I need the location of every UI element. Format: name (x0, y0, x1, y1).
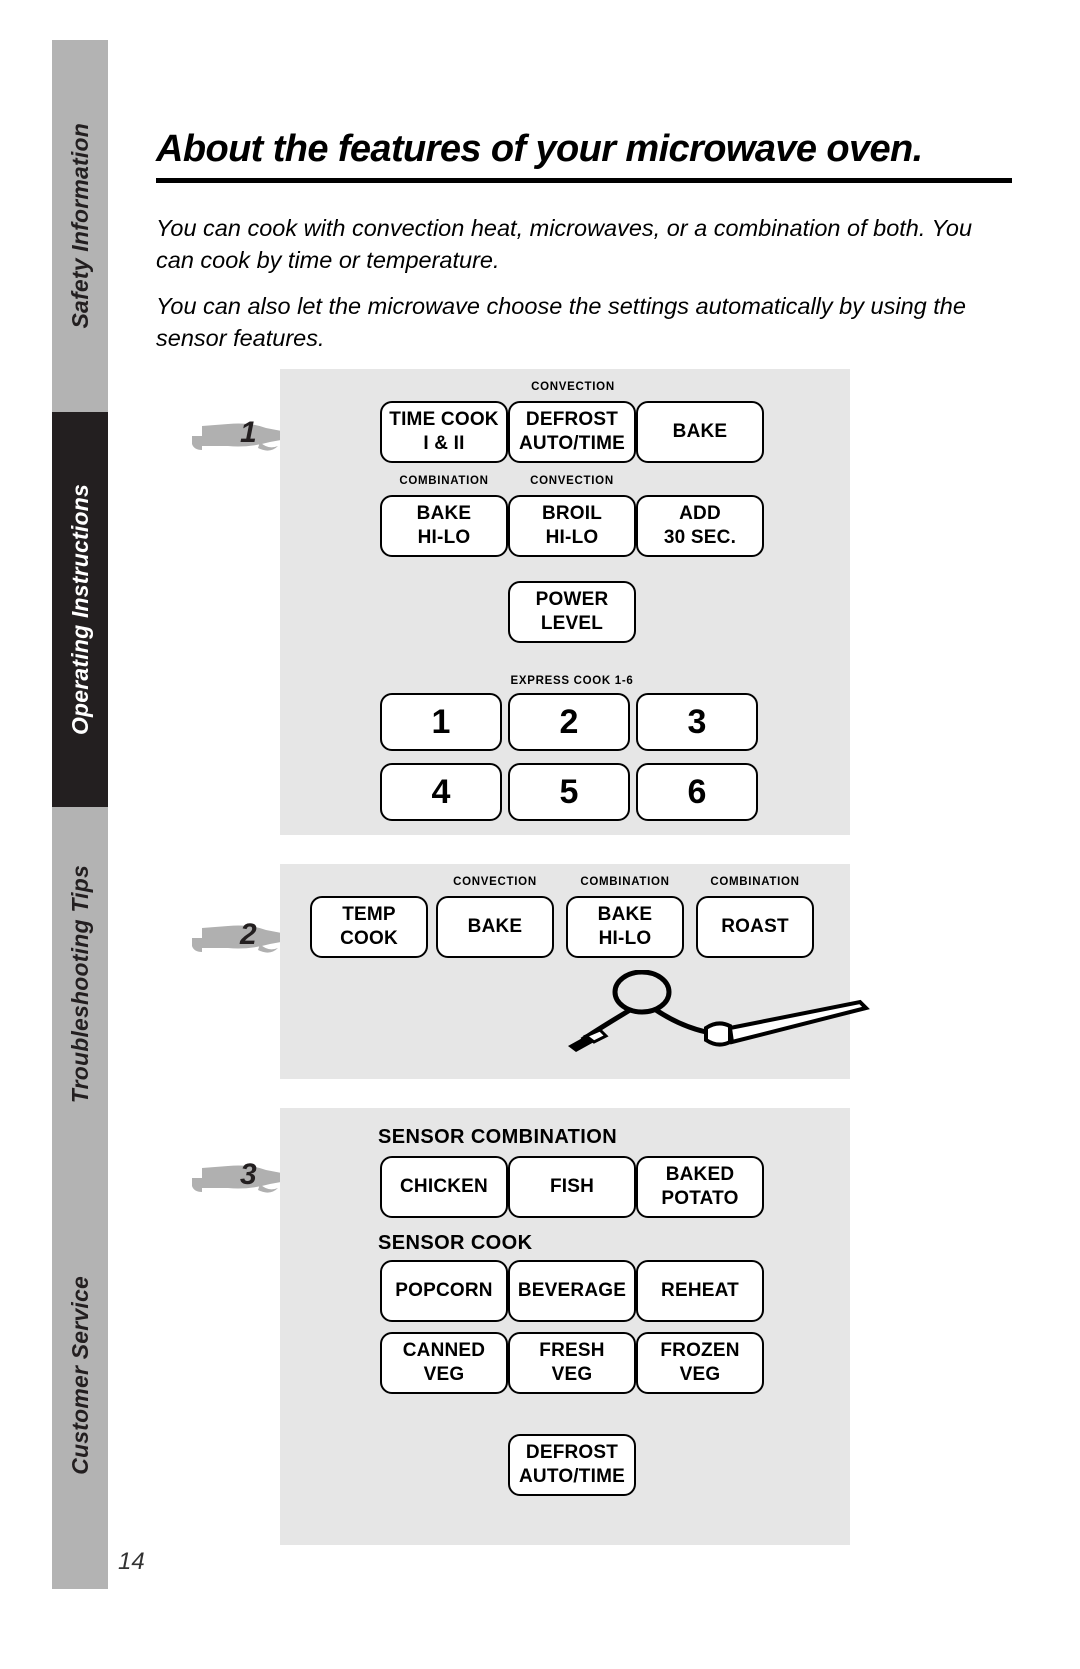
sidebar-item-safety-information[interactable]: Safety Information (52, 40, 108, 412)
key-caption-convection: CONVECTION (453, 876, 537, 888)
key-convection-broil-hi-lo[interactable]: BROIL HI-LO (508, 495, 636, 557)
callout-number: 1 (240, 416, 257, 449)
key-fish[interactable]: FISH (508, 1156, 636, 1218)
key-frozen-veg[interactable]: FROZEN VEG (636, 1332, 764, 1394)
key-combination-bake-hi-lo[interactable]: BAKE HI-LO (380, 495, 508, 557)
control-panel-group-2: CONVECTION COMBINATION COMBINATION TEMP … (280, 864, 870, 1079)
key-express-cook-3[interactable]: 3 (636, 693, 758, 751)
key-power-level[interactable]: POWER LEVEL (508, 581, 636, 643)
sidebar-tab-strip: Safety Information Operating Instruction… (52, 40, 108, 1589)
key-time-cook[interactable]: TIME COOK I & II (380, 401, 508, 463)
sidebar-item-label: Customer Service (66, 1275, 93, 1475)
key-canned-veg[interactable]: CANNED VEG (380, 1332, 508, 1394)
key-caption-combination: COMBINATION (580, 876, 670, 888)
sidebar-item-customer-service[interactable]: Customer Service (52, 1161, 108, 1589)
key-express-cook-6[interactable]: 6 (636, 763, 758, 821)
key-fresh-veg[interactable]: FRESH VEG (508, 1332, 636, 1394)
key-express-cook-1[interactable]: 1 (380, 693, 502, 751)
key-defrost-auto-time[interactable]: DEFROST AUTO/TIME (508, 1434, 636, 1496)
key-baked-potato[interactable]: BAKED POTATO (636, 1156, 764, 1218)
sidebar-item-label: Safety Information (66, 123, 93, 329)
express-cook-caption: EXPRESS COOK 1-6 (510, 675, 634, 687)
key-defrost-auto-time[interactable]: DEFROST AUTO/TIME (508, 401, 636, 463)
key-caption-combination: COMBINATION (710, 876, 800, 888)
control-panel-group-3: SENSOR COMBINATION CHICKEN FISH BAKED PO… (280, 1108, 850, 1545)
key-combination-roast[interactable]: ROAST (696, 896, 814, 958)
key-popcorn[interactable]: POPCORN (380, 1260, 508, 1322)
key-chicken[interactable]: CHICKEN (380, 1156, 508, 1218)
key-express-cook-4[interactable]: 4 (380, 763, 502, 821)
temperature-probe-illustration (560, 969, 880, 1070)
key-express-cook-5[interactable]: 5 (508, 763, 630, 821)
key-temp-cook[interactable]: TEMP COOK (310, 896, 428, 958)
section-heading-sensor-combination: SENSOR COMBINATION (378, 1126, 618, 1148)
page-title: About the features of your microwave ove… (156, 128, 923, 170)
key-convection-bake[interactable]: BAKE (636, 401, 764, 463)
control-panel-group-1: CONVECTION TIME COOK I & II DEFROST AUTO… (280, 369, 850, 835)
temperature-probe-icon (568, 969, 870, 1052)
key-caption-combination: COMBINATION (399, 475, 489, 487)
key-add-30-sec[interactable]: ADD 30 SEC. (636, 495, 764, 557)
key-caption-convection: CONVECTION (531, 381, 615, 393)
sidebar-item-label: Operating Instructions (66, 483, 93, 736)
key-caption-convection: CONVECTION (530, 475, 614, 487)
title-divider (156, 178, 1012, 183)
section-heading-sensor-cook: SENSOR COOK (378, 1232, 533, 1254)
key-combination-bake-hi-lo[interactable]: BAKE HI-LO (566, 896, 684, 958)
intro-paragraph-2: You can also let the microwave choose th… (156, 293, 966, 351)
key-reheat[interactable]: REHEAT (636, 1260, 764, 1322)
key-beverage[interactable]: BEVERAGE (508, 1260, 636, 1322)
sidebar-item-label: Troubleshooting Tips (66, 864, 93, 1104)
callout-number: 3 (240, 1158, 257, 1191)
callout-number: 2 (240, 918, 257, 951)
sidebar-item-operating-instructions[interactable]: Operating Instructions (52, 412, 108, 807)
key-convection-bake[interactable]: BAKE (436, 896, 554, 958)
page-number: 14 (118, 1548, 145, 1575)
key-express-cook-2[interactable]: 2 (508, 693, 630, 751)
intro-paragraph-1: You can cook with convection heat, micro… (156, 215, 973, 273)
sidebar-item-troubleshooting-tips[interactable]: Troubleshooting Tips (52, 807, 108, 1161)
